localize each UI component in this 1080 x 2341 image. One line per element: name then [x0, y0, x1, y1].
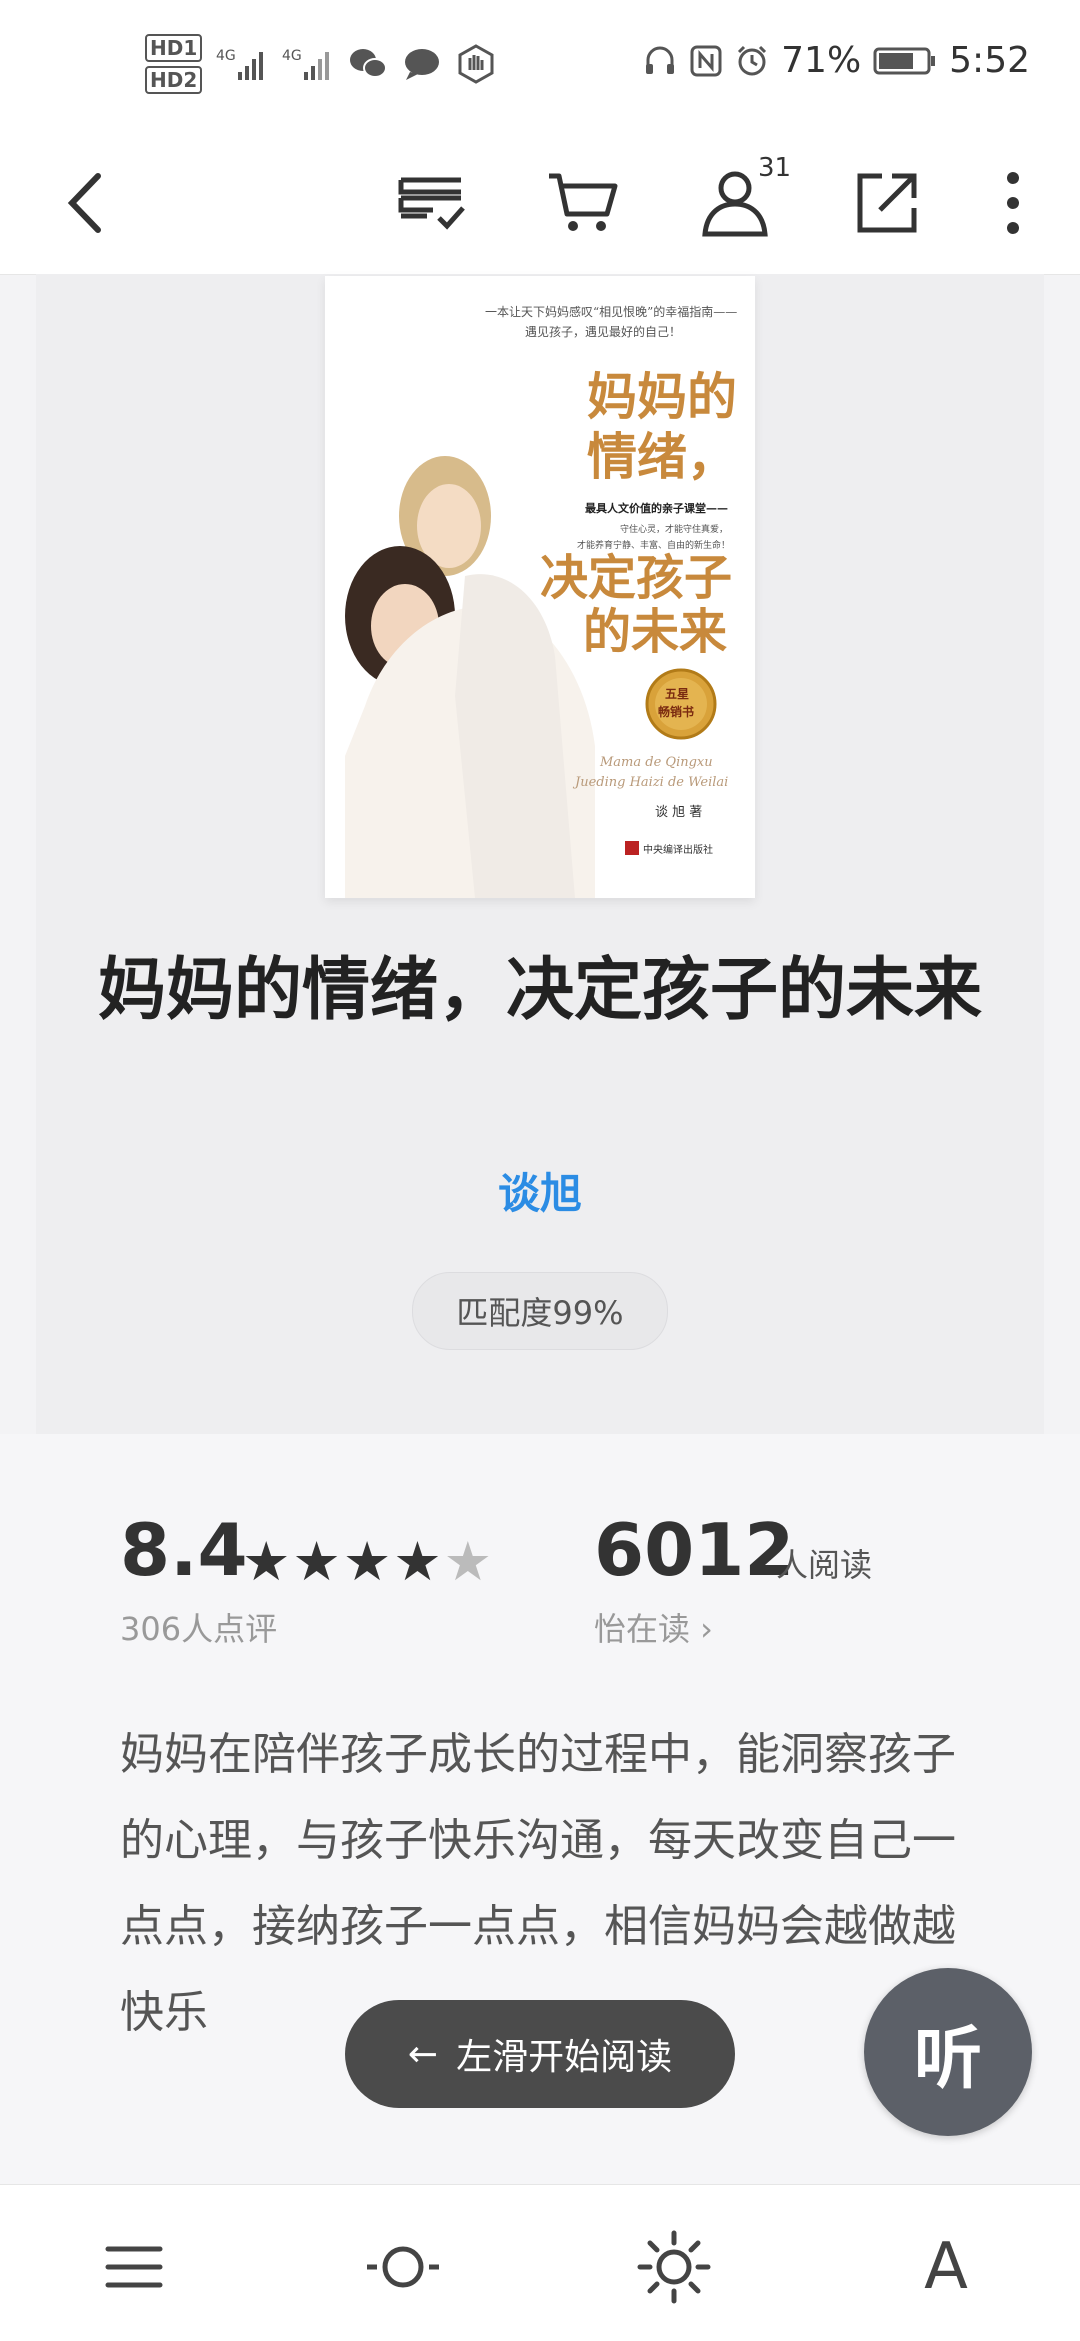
- hand-icon: [458, 44, 494, 84]
- bookshelf-icon[interactable]: [388, 160, 474, 246]
- listen-button[interactable]: 听: [864, 1968, 1032, 2136]
- signal-4g-icon: 4G: [282, 48, 330, 80]
- alarm-icon: [738, 45, 767, 75]
- svg-text:五星: 五星: [665, 687, 689, 701]
- back-icon[interactable]: [44, 160, 130, 246]
- rating-stars: ★★★★★: [242, 1530, 494, 1593]
- svg-text:畅销书: 畅销书: [658, 704, 694, 719]
- svg-text:中央编译出版社: 中央编译出版社: [643, 843, 713, 856]
- book-author-link[interactable]: 谈旭: [0, 1160, 1080, 1221]
- svg-text:守住心灵，才能守住真爱，: 守住心灵，才能守住真爱，: [620, 523, 728, 535]
- svg-text:遇见孩子，遇见最好的自己！: 遇见孩子，遇见最好的自己！: [525, 324, 681, 339]
- star-half-icon: ★: [443, 1530, 495, 1593]
- swipe-hint-label: 左滑开始阅读: [456, 2037, 673, 2078]
- share-icon[interactable]: [844, 160, 930, 246]
- top-navbar: [0, 132, 1080, 275]
- more-icon[interactable]: [970, 160, 1056, 246]
- wechat-icon: [350, 49, 388, 78]
- hd2-icon: HD2: [145, 66, 203, 94]
- svg-text:Jueding Haizi de Weilai: Jueding Haizi de Weilai: [572, 775, 728, 790]
- hd-sim-icons: HD1 HD2: [145, 34, 203, 94]
- nfc-icon: [690, 45, 722, 76]
- svg-text:妈妈的: 妈妈的: [587, 367, 737, 426]
- svg-text:的未来: 的未来: [583, 604, 727, 660]
- arrow-left-icon: ←: [407, 2033, 439, 2075]
- font-icon[interactable]: A: [906, 2227, 986, 2307]
- svg-text:Mama de Qingxu: Mama de Qingxu: [599, 755, 713, 770]
- cart-icon[interactable]: [540, 160, 626, 246]
- signal-4g-icon: 4G: [216, 48, 264, 80]
- svg-text:情绪，: 情绪，: [587, 427, 737, 486]
- clock-time: 5:52: [949, 40, 1030, 81]
- svg-text:决定孩子: 决定孩子: [540, 550, 732, 606]
- svg-text:4G: 4G: [216, 48, 236, 64]
- rating-score: 8.4: [120, 1508, 248, 1592]
- svg-text:最具人文价值的亲子课堂——: 最具人文价值的亲子课堂——: [585, 501, 728, 515]
- brightness-icon[interactable]: [634, 2227, 714, 2307]
- status-bar: HD1 HD2 4G 4G 71% 5:52: [0, 0, 1080, 132]
- reader-count: 6012: [594, 1508, 795, 1592]
- svg-text:谈 旭 著: 谈 旭 著: [655, 805, 702, 820]
- bottom-toolbar: A: [0, 2184, 1080, 2341]
- hd1-icon: HD1: [145, 34, 203, 62]
- svg-text:一本让天下妈妈感叹“相见恨晚”的幸福指南——: 一本让天下妈妈感叹“相见恨晚”的幸福指南——: [485, 304, 737, 319]
- headset-icon: [646, 46, 675, 74]
- match-badge: 匹配度99%: [412, 1272, 668, 1350]
- book-title: 妈妈的情绪，决定孩子的未来: [97, 950, 982, 1030]
- status-right: 71% 5:52: [643, 40, 1030, 81]
- battery-icon: [873, 47, 936, 74]
- reader-count-unit: 人阅读: [776, 1546, 873, 1584]
- chat-bubble-icon: [405, 49, 440, 80]
- friends-reading-link[interactable]: 怡在读 ›: [594, 1604, 713, 1650]
- review-count[interactable]: 306人点评: [120, 1604, 277, 1650]
- swipe-to-read-button[interactable]: ← 左滑开始阅读: [345, 2000, 735, 2108]
- battery-percent: 71%: [781, 40, 862, 81]
- status-left-icons: HD1 HD2 4G 4G: [145, 34, 496, 94]
- svg-text:4G: 4G: [282, 48, 302, 64]
- menu-icon[interactable]: [94, 2227, 174, 2307]
- star-full-icons: ★★★★: [242, 1530, 444, 1593]
- book-cover[interactable]: 一本让天下妈妈感叹“相见恨晚”的幸福指南—— 遇见孩子，遇见最好的自己！ 妈妈的…: [325, 276, 755, 898]
- progress-icon[interactable]: [363, 2227, 443, 2307]
- user-badge: 31: [758, 153, 792, 183]
